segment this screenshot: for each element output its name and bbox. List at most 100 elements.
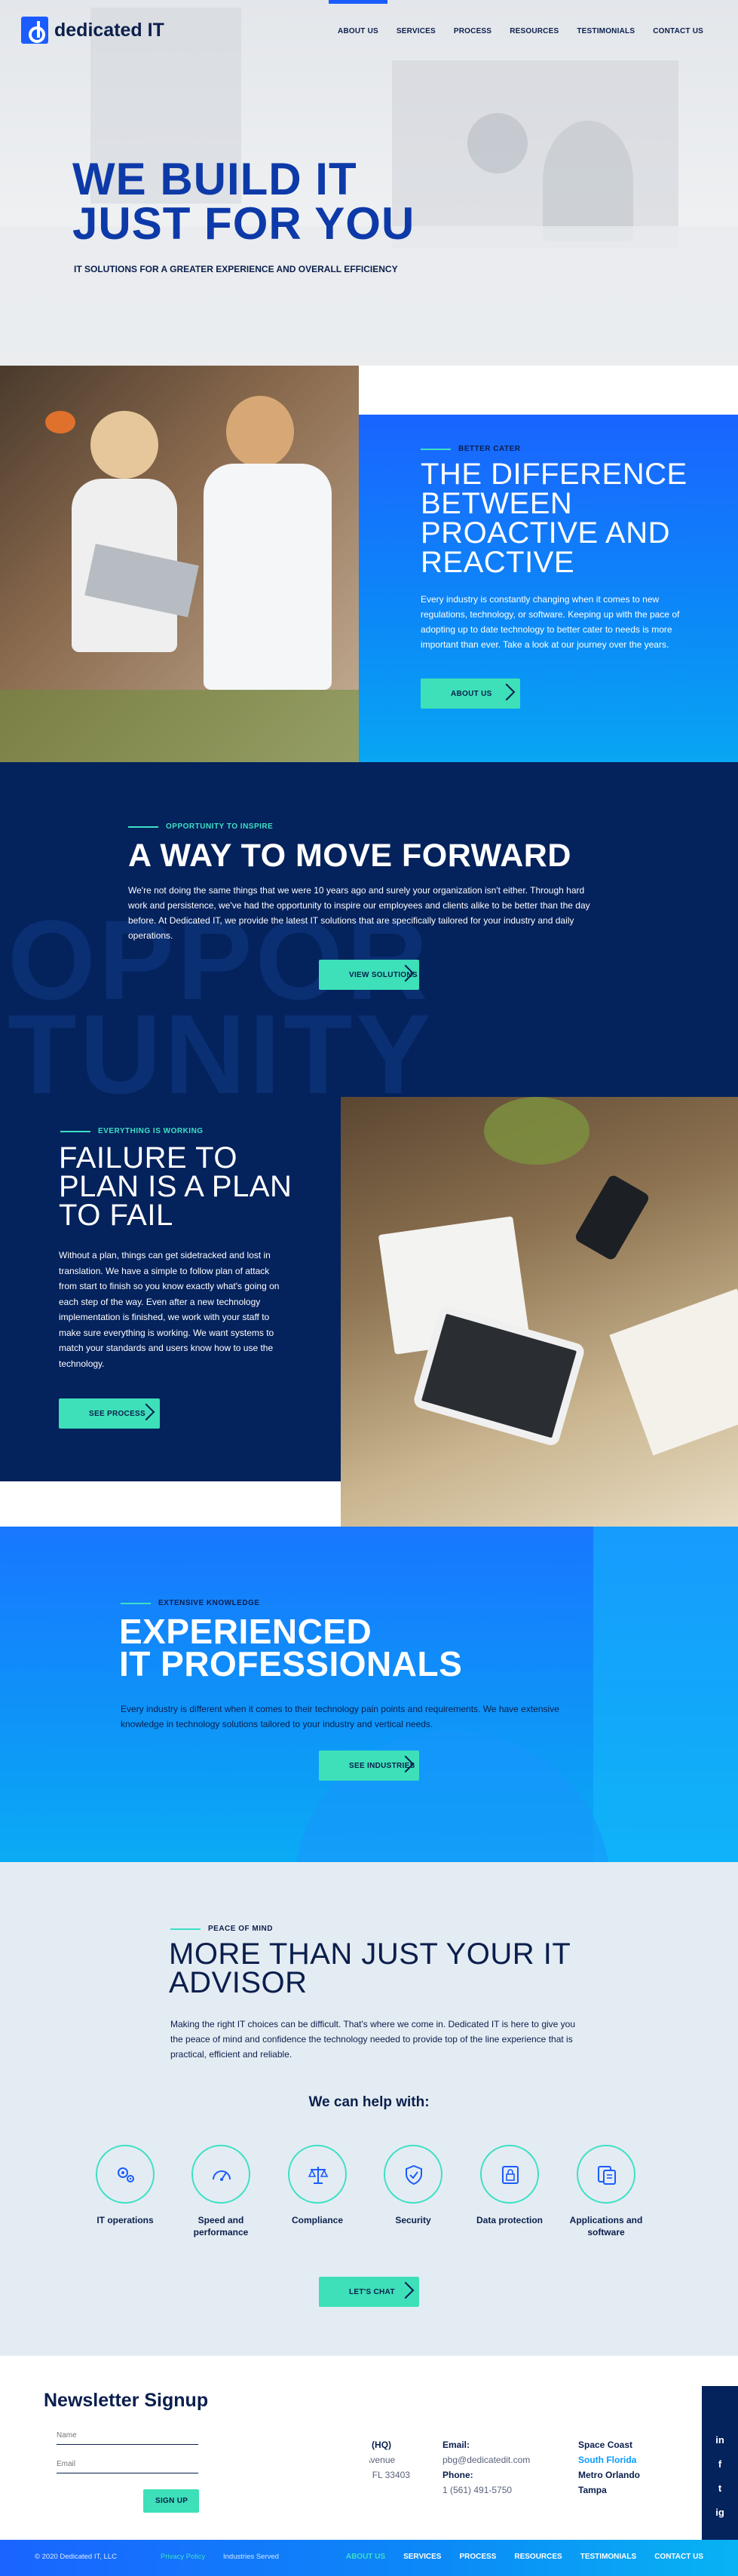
- nav-item-testimonials[interactable]: TESTIMONIALS: [568, 0, 644, 45]
- nav-item-process[interactable]: PROCESS: [445, 0, 501, 45]
- footer-nav-testimonials[interactable]: TESTIMONIALS: [571, 2540, 645, 2561]
- nav-item-about-us[interactable]: ABOUT US: [329, 0, 387, 45]
- experienced-eyebrow: EXTENSIVE KNOWLEDGE: [121, 1599, 260, 1607]
- failure-section: EVERYTHING IS WORKING FAILURE TO PLAN IS…: [0, 1097, 738, 1527]
- email-field[interactable]: [57, 2460, 198, 2473]
- brand-name: dedicated IT: [54, 19, 164, 41]
- service-label: Security: [395, 2215, 431, 2225]
- difference-eyebrow: BETTER CATER: [421, 445, 520, 453]
- nav-item-services[interactable]: SERVICES: [387, 0, 445, 45]
- chevron-right-icon: [400, 2283, 413, 2301]
- hero-subtitle: IT SOLUTIONS FOR A GREATER EXPERIENCE AN…: [74, 264, 398, 274]
- scales-icon: [308, 2167, 329, 2184]
- view-solutions-button[interactable]: VIEW SOLUTIONS: [319, 960, 419, 990]
- area-space-coast[interactable]: Space Coast: [578, 2440, 632, 2450]
- name-input[interactable]: [57, 2431, 198, 2440]
- difference-panel: BETTER CATER THE DIFFERENCE BETWEEN PROA…: [359, 415, 738, 762]
- advisor-title: MORE THAN JUST YOUR IT ADVISOR: [169, 1937, 571, 1999]
- footer-nav-about-us[interactable]: ABOUT US: [337, 2540, 394, 2561]
- hero-title: WE BUILD IT JUST FOR YOU: [72, 154, 415, 249]
- opportunity-section: OPPOR TUNITY OPPORTUNITY TO INSPIRE A WAY…: [0, 762, 738, 1097]
- service-security[interactable]: Security: [365, 2145, 461, 2226]
- help-heading: We can help with:: [308, 2094, 430, 2110]
- gears-icon: [118, 2167, 134, 2182]
- sign-up-button[interactable]: SIGN UP: [143, 2489, 199, 2513]
- twitter-icon[interactable]: t: [702, 2476, 738, 2501]
- bottom-bar: © 2020 Dedicated IT, LLC Privacy Policy …: [0, 2540, 738, 2576]
- social-bar: in f t ig: [702, 2386, 738, 2540]
- facebook-icon[interactable]: f: [702, 2452, 738, 2476]
- difference-title: THE DIFFERENCE BETWEEN PROACTIVE AND REA…: [421, 458, 687, 579]
- experienced-body: Every industry is different when it come…: [121, 1704, 559, 1729]
- instagram-icon[interactable]: ig: [702, 2501, 738, 2525]
- failure-eyebrow: EVERYTHING IS WORKING: [60, 1127, 204, 1135]
- page: dedicated IT ABOUT US SERVICES PROCESS R…: [0, 0, 738, 2576]
- about-us-button[interactable]: ABOUT US: [421, 678, 520, 709]
- footer-service-areas: Space Coast South Florida Metro Orlando …: [578, 2437, 640, 2498]
- service-label: Speed and performance: [193, 2215, 249, 2238]
- area-south-florida[interactable]: South Florida: [578, 2455, 636, 2465]
- shield-icon: [406, 2164, 422, 2185]
- footer-contact: Email: pbg@dedicatedit.com Phone: 1 (561…: [442, 2437, 530, 2498]
- area-tampa[interactable]: Tampa: [578, 2485, 607, 2495]
- service-applications-software[interactable]: Applications and software: [558, 2145, 654, 2238]
- failure-panel: EVERYTHING IS WORKING FAILURE TO PLAN IS…: [0, 1097, 341, 1481]
- footer-nav-contact-us[interactable]: CONTACT US: [645, 2540, 712, 2561]
- advisor-eyebrow: PEACE OF MIND: [170, 1925, 273, 1933]
- area-metro-orlando[interactable]: Metro Orlando: [578, 2470, 640, 2480]
- hero-background-photo: [392, 60, 678, 249]
- failure-title: FAILURE TO PLAN IS A PLAN TO FAIL: [59, 1141, 292, 1232]
- difference-body: Every industry is constantly changing wh…: [421, 594, 680, 650]
- hero-title-line1: WE BUILD IT: [72, 154, 357, 204]
- advisor-section: PEACE OF MIND MORE THAN JUST YOUR IT ADV…: [0, 1862, 738, 2356]
- phone-link[interactable]: 1 (561) 491-5750: [442, 2485, 512, 2495]
- applications-icon: [598, 2166, 616, 2185]
- see-industries-button[interactable]: SEE INDUSTRIES: [319, 1751, 419, 1781]
- phone-title: Phone:: [442, 2470, 473, 2480]
- service-speed-performance[interactable]: Speed and performance: [173, 2145, 269, 2238]
- hero-title-line2: JUST FOR YOU: [72, 198, 415, 249]
- footer-nav-services[interactable]: SERVICES: [394, 2540, 450, 2561]
- name-field[interactable]: [57, 2431, 198, 2445]
- chevron-right-icon: [501, 685, 514, 703]
- email-input[interactable]: [57, 2460, 198, 2468]
- footer-nav: ABOUT US SERVICES PROCESS RESOURCES TEST…: [337, 2540, 712, 2561]
- footer-nav-resources[interactable]: RESOURCES: [505, 2540, 571, 2561]
- advisor-body: Making the right IT choices can be diffi…: [170, 2019, 576, 2060]
- privacy-policy-link[interactable]: Privacy Policy: [161, 2553, 205, 2561]
- brand-logo[interactable]: dedicated IT: [21, 17, 164, 44]
- service-it-operations[interactable]: IT operations: [77, 2145, 173, 2226]
- email-link[interactable]: pbg@dedicatedit.com: [442, 2455, 530, 2465]
- difference-section: BETTER CATER THE DIFFERENCE BETWEEN PROA…: [0, 366, 738, 762]
- chevron-right-icon: [400, 1757, 413, 1775]
- opportunity-title: A WAY TO MOVE FORWARD: [128, 838, 571, 874]
- coworkers-photo: [0, 366, 359, 762]
- opportunity-eyebrow: OPPORTUNITY TO INSPIRE: [128, 822, 273, 831]
- nav-item-contact-us[interactable]: CONTACT US: [644, 0, 712, 45]
- newsletter-title: Newsletter Signup: [44, 2390, 209, 2411]
- email-title: Email:: [442, 2440, 470, 2450]
- speedometer-icon: [213, 2170, 231, 2181]
- lock-icon: [502, 2166, 519, 2184]
- chevron-right-icon: [140, 1404, 154, 1423]
- footer-nav-process[interactable]: PROCESS: [450, 2540, 505, 2561]
- service-data-protection[interactable]: Data protection: [461, 2145, 558, 2226]
- failure-body: Without a plan, things can get sidetrack…: [59, 1250, 280, 1369]
- decorative-shape: [593, 1527, 738, 1862]
- experienced-title: EXPERIENCED IT PROFESSIONALS: [119, 1612, 463, 1683]
- nav-item-resources[interactable]: RESOURCES: [501, 0, 568, 45]
- industries-served-link[interactable]: Industries Served: [223, 2553, 279, 2561]
- newsletter-signup: Newsletter Signup SIGN UP: [0, 2356, 369, 2540]
- opportunity-body: We're not doing the same things that we …: [128, 885, 590, 941]
- linkedin-icon[interactable]: in: [702, 2428, 738, 2452]
- hero-section: dedicated IT ABOUT US SERVICES PROCESS R…: [0, 0, 738, 366]
- service-label: IT operations: [96, 2215, 154, 2225]
- tablet-meeting-photo: [341, 1097, 738, 1527]
- see-process-button[interactable]: SEE PROCESS: [59, 1398, 160, 1429]
- experienced-section: EXTENSIVE KNOWLEDGE EXPERIENCED IT PROFES…: [0, 1527, 738, 1862]
- service-compliance[interactable]: Compliance: [269, 2145, 366, 2226]
- copyright: © 2020 Dedicated IT, LLC: [35, 2553, 117, 2561]
- main-nav: ABOUT US SERVICES PROCESS RESOURCES TEST…: [329, 0, 712, 45]
- service-label: Compliance: [291, 2215, 343, 2225]
- lets-chat-button[interactable]: LET'S CHAT: [319, 2277, 419, 2307]
